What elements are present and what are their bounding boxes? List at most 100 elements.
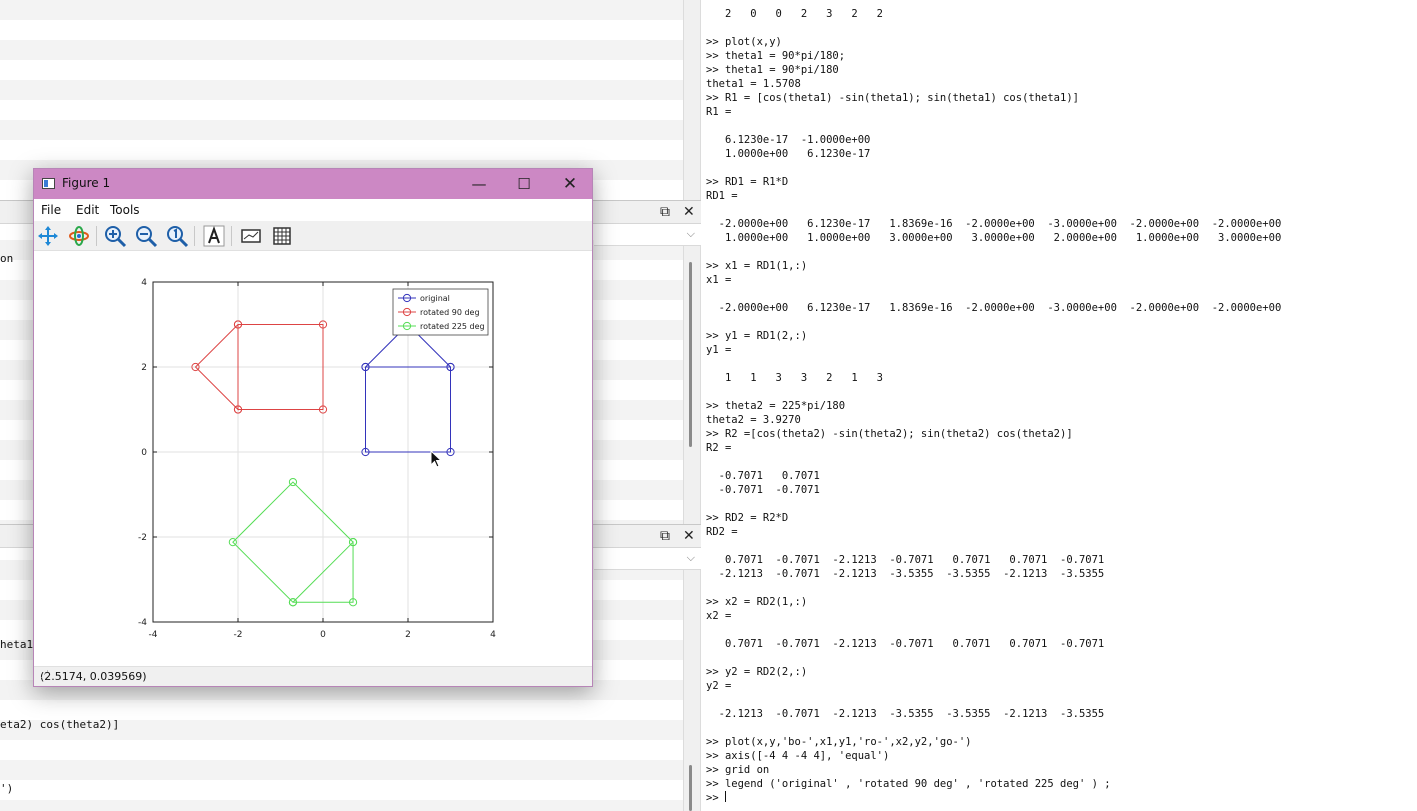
close-icon[interactable]: ✕ bbox=[555, 173, 585, 195]
legend-label: rotated 225 deg bbox=[420, 322, 485, 331]
axes-toggle-icon[interactable] bbox=[239, 224, 263, 248]
console-line: >> axis([-4 4 -4 4], 'equal') bbox=[706, 750, 890, 762]
rotate-3d-icon[interactable] bbox=[67, 224, 91, 248]
legend-label: rotated 90 deg bbox=[420, 308, 480, 317]
console-line: 1.0000e+00 1.0000e+00 3.0000e+00 3.0000e… bbox=[706, 232, 1282, 244]
console-line: theta2 = 3.9270 bbox=[706, 414, 801, 426]
figure-title-bar[interactable]: Figure 1 — ☐ ✕ bbox=[34, 169, 592, 199]
minimize-icon[interactable]: — bbox=[464, 173, 494, 195]
x-tick-label: -4 bbox=[149, 630, 158, 640]
console-line: >> y2 = RD2(2,:) bbox=[706, 666, 808, 678]
console-line: 1.0000e+00 6.1230e-17 bbox=[706, 148, 871, 160]
undock-icon[interactable]: ⧉ bbox=[660, 528, 670, 544]
figure-canvas[interactable]: -4 -2 0 2 4 -4 -2 0 2 4 original rotated 90 deg rota… bbox=[34, 251, 592, 664]
console-line: >> RD2 = R2*D bbox=[706, 512, 789, 524]
figure-window[interactable]: Figure 1 — ☐ ✕ File Edit Tools -4 -2 0 2… bbox=[33, 168, 593, 687]
console-line: 2 0 0 2 3 2 2 bbox=[706, 8, 884, 20]
y-tick-label: 2 bbox=[141, 363, 147, 373]
background-text: ') bbox=[0, 782, 14, 795]
console-line: RD2 = bbox=[706, 526, 738, 538]
menu-edit[interactable]: Edit bbox=[76, 203, 99, 217]
console-line: >> theta1 = 90*pi/180; bbox=[706, 50, 846, 62]
scrollbar-thumb-upper[interactable] bbox=[689, 262, 692, 447]
maximize-icon[interactable]: ☐ bbox=[509, 173, 539, 195]
console-line: >> plot(x,y) bbox=[706, 36, 782, 48]
panel-filter-bar-lower[interactable]: ⌵ bbox=[594, 548, 701, 570]
plot-area[interactable]: -4 -2 0 2 4 -4 -2 0 2 4 original rotated 90 deg rota… bbox=[34, 251, 592, 664]
close-icon[interactable]: ✕ bbox=[683, 204, 695, 220]
console-line: >> R1 = [cos(theta1) -sin(theta1); sin(t… bbox=[706, 92, 1079, 104]
y-tick-label: 0 bbox=[141, 448, 147, 458]
background-text: on bbox=[0, 252, 14, 265]
console-line: >> x2 = RD2(1,:) bbox=[706, 596, 808, 608]
toolbar-separator bbox=[194, 226, 195, 246]
panel-filter-bar-upper[interactable]: ⌵ bbox=[594, 224, 701, 246]
x-tick-label: 0 bbox=[320, 630, 326, 640]
pan-icon[interactable] bbox=[36, 224, 60, 248]
menu-tools[interactable]: Tools bbox=[110, 203, 140, 217]
console-output: 2 0 0 2 3 2 2 >> plot(x,y) >> theta1 = 90*… bbox=[706, 7, 1406, 791]
console-line: y1 = bbox=[706, 344, 732, 356]
zoom-reset-icon[interactable] bbox=[165, 224, 189, 248]
toolbar-separator bbox=[96, 226, 97, 246]
console-line: RD1 = bbox=[706, 190, 738, 202]
undock-icon[interactable]: ⧉ bbox=[660, 204, 670, 220]
figure-status-bar: (2.5174, 0.039569) ⋰ bbox=[34, 666, 592, 686]
chevron-down-icon[interactable]: ⌵ bbox=[687, 227, 695, 241]
zoom-in-icon[interactable] bbox=[103, 224, 127, 248]
console-line: -2.1213 -0.7071 -2.1213 -3.5355 -3.5355 … bbox=[706, 708, 1105, 720]
close-icon[interactable]: ✕ bbox=[683, 528, 695, 544]
background-text: eta2) cos(theta2)] bbox=[0, 718, 120, 731]
console-line: -2.0000e+00 6.1230e-17 1.8369e-16 -2.000… bbox=[706, 302, 1282, 314]
console-line: theta1 = 1.5708 bbox=[706, 78, 801, 90]
console-line: 1 1 3 3 2 1 3 bbox=[706, 372, 884, 384]
command-window[interactable]: 2 0 0 2 3 2 2 >> plot(x,y) >> theta1 = 90*… bbox=[706, 7, 1406, 805]
console-line: -0.7071 -0.7071 bbox=[706, 484, 820, 496]
y-tick-label: 4 bbox=[141, 278, 147, 288]
figure-app-icon bbox=[42, 178, 55, 189]
figure-toolbar bbox=[34, 221, 592, 251]
chevron-down-icon[interactable]: ⌵ bbox=[687, 551, 695, 565]
console-line: y2 = bbox=[706, 680, 732, 692]
console-line: R1 = bbox=[706, 106, 732, 118]
text-cursor bbox=[724, 791, 726, 802]
legend-label: original bbox=[420, 294, 450, 303]
console-line: >> x1 = RD1(1,:) bbox=[706, 260, 808, 272]
console-line: >> legend ('original' , 'rotated 90 deg'… bbox=[706, 778, 1111, 790]
scrollbar-thumb-lower[interactable] bbox=[689, 765, 692, 811]
x-tick-label: -2 bbox=[234, 630, 243, 640]
console-line: >> grid on bbox=[706, 764, 770, 776]
console-line: x1 = bbox=[706, 274, 732, 286]
console-line: -2.1213 -0.7071 -2.1213 -3.5355 -3.5355 … bbox=[706, 568, 1105, 580]
console-line: -0.7071 0.7071 bbox=[706, 470, 820, 482]
mouse-pointer-icon bbox=[430, 450, 442, 468]
grid-toggle-icon[interactable] bbox=[270, 224, 294, 248]
console-prompt: >> bbox=[706, 792, 725, 804]
console-line: x2 = bbox=[706, 610, 732, 622]
y-tick-label: -4 bbox=[138, 618, 147, 628]
console-prompt-line[interactable]: >> bbox=[706, 791, 1406, 805]
zoom-out-icon[interactable] bbox=[134, 224, 158, 248]
insert-text-icon[interactable] bbox=[202, 224, 226, 248]
console-line: 0.7071 -0.7071 -2.1213 -0.7071 0.7071 0.… bbox=[706, 554, 1105, 566]
toolbar-separator bbox=[231, 226, 232, 246]
console-line: >> y1 = RD1(2,:) bbox=[706, 330, 808, 342]
menu-file[interactable]: File bbox=[41, 203, 61, 217]
resize-grip-icon[interactable]: ⋰ bbox=[40, 670, 590, 684]
console-line: R2 = bbox=[706, 442, 732, 454]
x-tick-label: 2 bbox=[405, 630, 411, 640]
panel-splitter[interactable] bbox=[683, 0, 701, 811]
